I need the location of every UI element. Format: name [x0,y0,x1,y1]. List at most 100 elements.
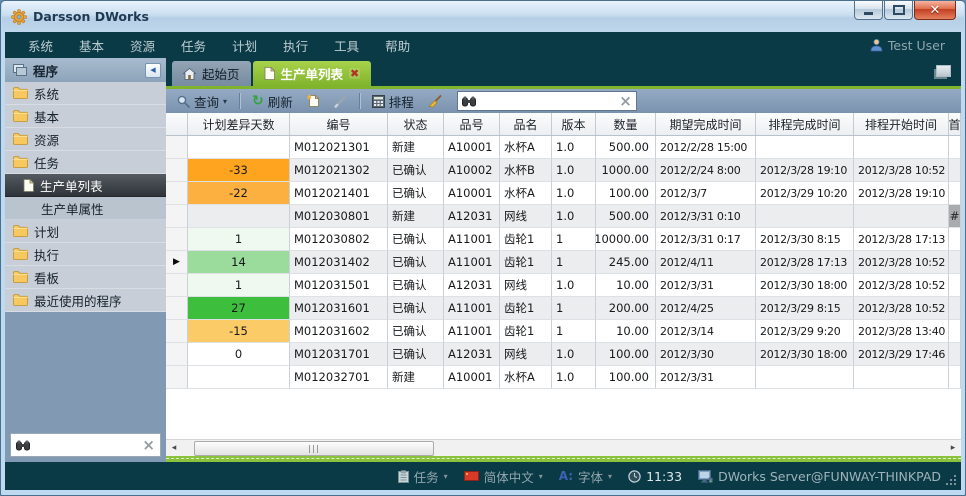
tab-inactive[interactable]: 起始页 [172,61,251,86]
table-row[interactable]: -33M012021302已确认A10002水杯B1.01000.002012/… [166,159,961,182]
table-cell: 1.0 [552,182,596,205]
column-header[interactable]: 排程完成时间 [756,113,854,135]
minimize-icon [864,12,873,15]
menu-item[interactable]: 系统 [15,36,66,55]
table-cell: 1 [552,228,596,251]
table-cell: 水杯A [500,182,552,205]
scroll-left-arrow-icon[interactable]: ◂ [166,440,182,456]
table-row[interactable]: M012021301新建A10001水杯A1.0500.002012/2/28 … [166,136,961,159]
table-cell: 2012/3/31 0:10 [656,205,756,228]
sidebar-item[interactable]: 系统 [5,82,166,105]
column-header[interactable]: 数量 [596,113,656,135]
menu-item[interactable]: 资源 [117,36,168,55]
sidebar-item-label: 任务 [34,153,59,172]
sidebar-search-clear-icon[interactable]: × [142,438,155,452]
scrollbar-thumb[interactable] [194,441,434,456]
column-header[interactable]: 品号 [444,113,500,135]
sidebar-item[interactable]: 任务 [5,151,166,174]
diff-days-cell [188,205,290,228]
diff-days-cell: -33 [188,159,290,182]
horizontal-scrollbar[interactable]: ◂ ▸ [166,439,961,456]
status-language-menu[interactable]: 简体中文 ▾ [464,467,543,486]
sidebar-item[interactable]: 资源 [5,128,166,151]
diff-days-cell: -22 [188,182,290,205]
table-cell: 500.00 [596,136,656,159]
sidebar-item[interactable]: 基本 [5,105,166,128]
sidebar-item[interactable]: 执行 [5,243,166,266]
menu-bar: 系统基本资源任务计划执行工具帮助 Test User [5,32,961,58]
clean-button[interactable] [423,93,447,110]
table-cell [949,182,961,205]
toolbar-search-input[interactable] [480,93,615,109]
table-row[interactable]: 1M012030802已确认A11001齿轮1110000.002012/3/3… [166,228,961,251]
status-font-menu[interactable]: A: 字体 ▾ [559,467,612,486]
sidebar-item[interactable]: 看板 [5,266,166,289]
sidebar-item-label: 计划 [34,222,59,241]
column-header[interactable]: 排程开始时间 [854,113,949,135]
tab-close-icon[interactable]: ✖ [349,68,360,79]
menu-item[interactable]: 任务 [168,36,219,55]
table-cell [949,251,961,274]
menu-item[interactable]: 执行 [270,36,321,55]
sidebar-item[interactable]: 生产单属性 [5,197,166,220]
tab-active[interactable]: 生产单列表✖ [253,61,372,86]
table-row[interactable]: M012030801新建A12031网线1.0500.002012/3/31 0… [166,205,961,228]
new-button[interactable] [302,92,325,110]
table-cell: 2012/3/28 10:52 [854,159,949,182]
status-task-menu[interactable]: 任务 ▾ [398,467,448,486]
query-dropdown-caret-icon[interactable]: ▾ [223,97,227,106]
table-cell: 2012/3/28 17:13 [756,251,854,274]
table-row[interactable]: -22M012021401已确认A10001水杯A1.0100.002012/3… [166,182,961,205]
column-header[interactable]: 期望完成时间 [656,113,756,135]
minimize-button[interactable] [854,1,883,20]
user-indicator[interactable]: Test User [870,38,951,53]
programs-panel-icon [13,64,27,76]
diff-days-cell: 1 [188,228,290,251]
row-indicator-cell [166,274,188,297]
table-cell: 已确认 [388,343,444,366]
scroll-right-arrow-icon[interactable]: ▸ [945,440,961,456]
table-row[interactable]: 0M012031701已确认A12031网线1.0100.002012/3/30… [166,343,961,366]
column-header[interactable]: 编号 [290,113,388,135]
app-logo-gear-icon [11,9,27,25]
sidebar-item[interactable]: 计划 [5,220,166,243]
edit-button[interactable] [329,93,352,110]
table-cell: 245.00 [596,251,656,274]
table-row[interactable]: ▶14M012031402已确认A11001齿轮11245.002012/4/1… [166,251,961,274]
table-cell: 已确认 [388,159,444,182]
toolbar-search-clear-icon[interactable]: × [619,94,632,108]
sidebar-item-label: 执行 [34,245,59,264]
column-header[interactable]: 状态 [388,113,444,135]
column-header[interactable]: 计划差异天数 [188,113,290,135]
table-row[interactable]: 27M012031601已确认A11001齿轮11200.002012/4/25… [166,297,961,320]
table-row[interactable]: 1M012031501已确认A12031网线1.010.002012/3/312… [166,274,961,297]
refresh-button[interactable]: ↻ 刷新 [247,90,298,113]
close-button[interactable]: ✕ [914,1,956,20]
scrollbar-track[interactable] [182,440,945,456]
schedule-label: 排程 [389,92,414,111]
float-window-icon[interactable] [936,65,951,77]
column-header[interactable]: 版本 [552,113,596,135]
table-cell: 2012/3/7 [656,182,756,205]
table-cell: A10001 [444,136,500,159]
schedule-button[interactable]: 排程 [367,90,419,113]
restore-button[interactable] [884,1,913,20]
table-cell: 网线 [500,274,552,297]
resize-grip-icon[interactable] [954,475,956,477]
sidebar-item[interactable]: 生产单列表 [5,174,166,197]
sidebar-search-input[interactable] [35,437,137,453]
sidebar-collapse-button[interactable]: ◀ [145,63,161,78]
column-header[interactable]: 品名 [500,113,552,135]
diff-days-cell: 27 [188,297,290,320]
table-row[interactable]: M012032701新建A10001水杯A1.0100.002012/3/31 [166,366,961,389]
diff-days-cell: 1 [188,274,290,297]
row-indicator-header [166,113,188,135]
menu-item[interactable]: 工具 [321,36,372,55]
menu-item[interactable]: 基本 [66,36,117,55]
column-header[interactable]: 首 [949,113,961,135]
menu-item[interactable]: 计划 [219,36,270,55]
table-row[interactable]: -15M012031602已确认A11001齿轮1110.002012/3/14… [166,320,961,343]
query-button[interactable]: 查询 ▾ [172,90,232,113]
sidebar-item[interactable]: 最近使用的程序 [5,289,166,312]
menu-item[interactable]: 帮助 [372,36,423,55]
